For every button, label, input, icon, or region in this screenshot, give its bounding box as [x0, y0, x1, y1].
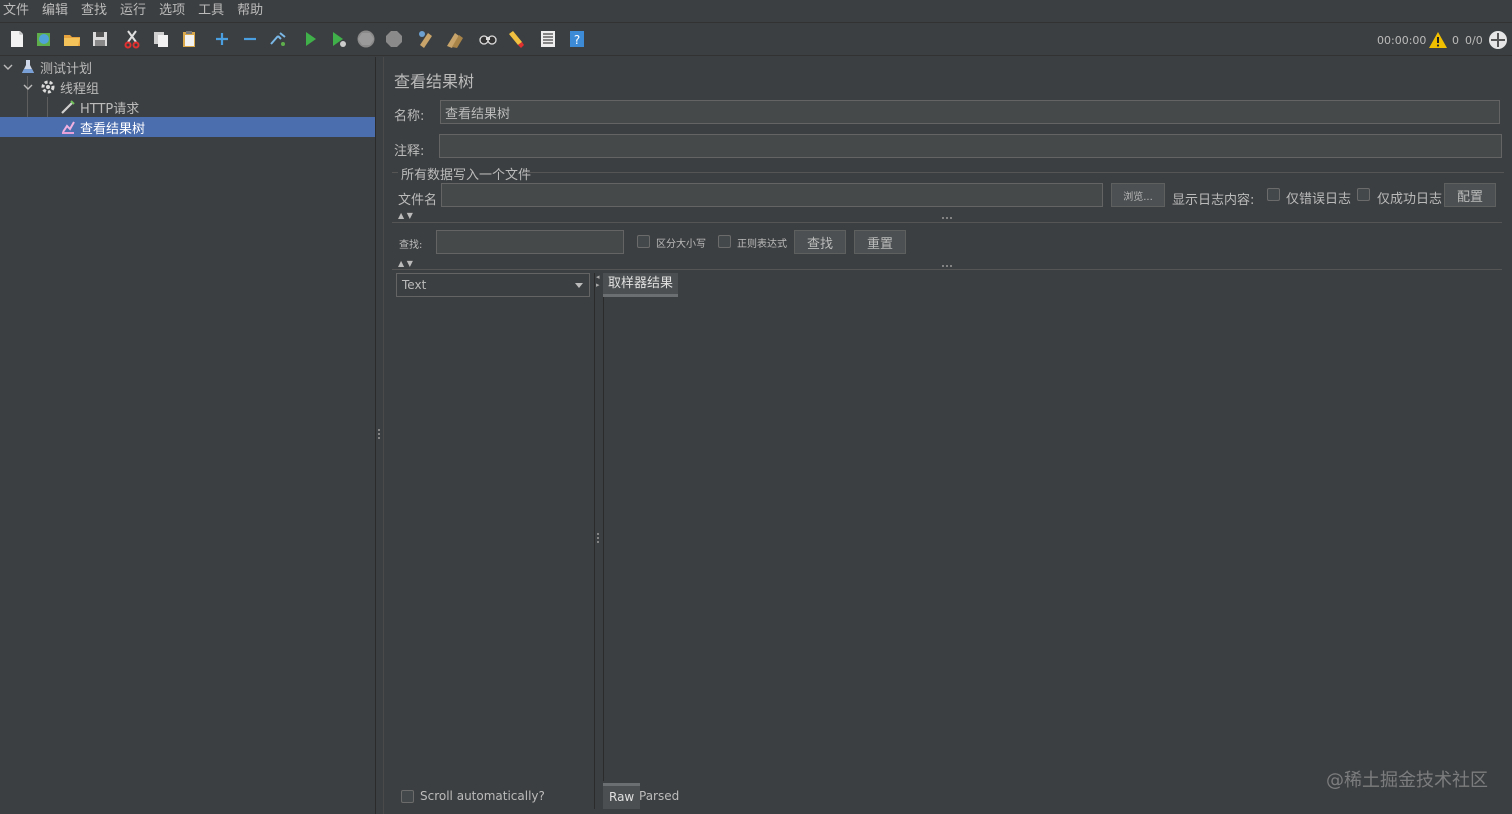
save-icon[interactable]	[89, 28, 111, 50]
chevron-down-icon	[575, 283, 583, 288]
page-title: 查看结果树	[394, 72, 475, 91]
watermark: @稀土掘金技术社区	[1326, 770, 1488, 791]
menu-run[interactable]: 运行	[120, 0, 146, 22]
tree-item-view-results-tree[interactable]: 查看结果树	[0, 117, 375, 137]
tree-item-label: 查看结果树	[80, 121, 146, 137]
menu-help[interactable]: 帮助	[237, 0, 263, 22]
new-icon[interactable]	[6, 28, 28, 50]
warning-icon[interactable]	[1427, 29, 1449, 51]
toggle-icon[interactable]	[267, 28, 289, 50]
templates-icon[interactable]	[33, 28, 55, 50]
collapse-icon[interactable]	[239, 28, 261, 50]
renderer-selected: Text	[402, 278, 427, 292]
tree-item-test-plan[interactable]: 测试计划	[2, 57, 92, 77]
menu-file[interactable]: 文件	[3, 0, 29, 22]
expand-icon[interactable]	[211, 28, 233, 50]
open-icon[interactable]	[61, 28, 83, 50]
collapse-arrows-icon[interactable]: ▲ ▼	[398, 259, 413, 268]
tab-parsed[interactable]: Parsed	[633, 783, 685, 809]
search-input[interactable]	[436, 230, 624, 254]
name-field[interactable]	[440, 100, 1500, 124]
success-only-label: 仅成功日志	[1377, 192, 1443, 207]
reset-search-icon[interactable]	[505, 28, 527, 50]
filename-label: 文件名	[398, 193, 438, 208]
errors-only-checkbox[interactable]	[1267, 188, 1280, 201]
clear-all-icon[interactable]	[443, 28, 465, 50]
start-no-pause-icon[interactable]	[327, 28, 349, 50]
listener-icon	[60, 119, 76, 135]
reset-button[interactable]: 重置	[854, 230, 906, 254]
comment-field[interactable]	[439, 134, 1502, 158]
menu-edit[interactable]: 编辑	[42, 0, 68, 22]
configure-button[interactable]: 配置	[1444, 183, 1496, 207]
test-plan-icon	[20, 59, 36, 75]
paste-icon[interactable]	[178, 28, 200, 50]
success-only-checkbox[interactable]	[1357, 188, 1370, 201]
tree-splitter[interactable]	[375, 57, 384, 814]
divider	[392, 269, 1502, 270]
divider	[392, 222, 1502, 223]
copy-icon[interactable]	[150, 28, 172, 50]
filename-field[interactable]	[441, 183, 1103, 207]
result-content-area	[603, 297, 1512, 781]
tab-sampler-result[interactable]: 取样器结果	[603, 273, 679, 297]
menu-search[interactable]: 查找	[81, 0, 107, 22]
tree-item-label: HTTP请求	[80, 101, 140, 117]
log-display-label: 显示日志内容:	[1172, 193, 1255, 208]
chevron-down-icon[interactable]	[22, 81, 34, 93]
tree-item-thread-group[interactable]: 线程组	[22, 77, 99, 97]
horizontal-splitter[interactable]	[942, 265, 952, 268]
elapsed-timer: 00:00:00	[1377, 33, 1427, 47]
svg-text:?: ?	[574, 33, 580, 47]
renderer-select[interactable]: Text	[396, 273, 590, 297]
start-icon[interactable]	[299, 28, 321, 50]
tree-item-http-request[interactable]: HTTP请求	[60, 97, 139, 117]
function-helper-icon[interactable]	[537, 28, 559, 50]
active-threads: 0/0	[1465, 33, 1483, 47]
scroll-auto-checkbox[interactable]	[401, 790, 414, 803]
search-label: 查找:	[399, 240, 423, 251]
help-icon[interactable]: ?	[566, 28, 588, 50]
results-splitter[interactable]: ◂ ▸	[594, 273, 602, 809]
collapse-arrows-icon[interactable]: ▲ ▼	[398, 211, 413, 220]
case-sensitive-label: 区分大小写	[656, 239, 706, 250]
errors-only-label: 仅错误日志	[1286, 192, 1352, 207]
split-arrows-icon[interactable]: ◂ ▸	[596, 273, 600, 289]
warning-count: 0	[1452, 33, 1459, 47]
menu-options[interactable]: 选项	[159, 0, 185, 22]
thread-group-icon	[40, 79, 56, 95]
tree-item-label: 测试计划	[40, 61, 93, 77]
tree-item-label: 线程组	[60, 81, 100, 97]
test-plan-tree: 测试计划 线程组 HTTP请求 查看结果树	[0, 57, 375, 814]
scroll-auto-label: Scroll automatically?	[420, 789, 545, 803]
toolbar: ? 00:00:00 0 0/0	[0, 22, 1512, 56]
menu-bar: 文件 编辑 查找 运行 选项 工具 帮助	[0, 0, 1512, 22]
name-label: 名称:	[394, 109, 425, 124]
search-icon[interactable]	[477, 28, 499, 50]
file-section-title: 所有数据写入一个文件	[401, 168, 532, 183]
case-sensitive-checkbox[interactable]	[637, 235, 650, 248]
cut-icon[interactable]	[121, 28, 143, 50]
stop-icon[interactable]	[355, 28, 377, 50]
clear-icon[interactable]	[415, 28, 437, 50]
regex-checkbox[interactable]	[718, 235, 731, 248]
regex-label: 正则表达式	[737, 239, 787, 250]
browse-button[interactable]: 浏览...	[1111, 183, 1165, 207]
sampler-icon	[60, 99, 76, 115]
find-button[interactable]: 查找	[794, 230, 846, 254]
remote-status-icon	[1487, 29, 1509, 51]
horizontal-splitter[interactable]	[942, 217, 952, 220]
shutdown-icon[interactable]	[383, 28, 405, 50]
menu-tools[interactable]: 工具	[198, 0, 224, 22]
chevron-down-icon[interactable]	[2, 61, 14, 73]
comment-label: 注释:	[394, 144, 425, 159]
